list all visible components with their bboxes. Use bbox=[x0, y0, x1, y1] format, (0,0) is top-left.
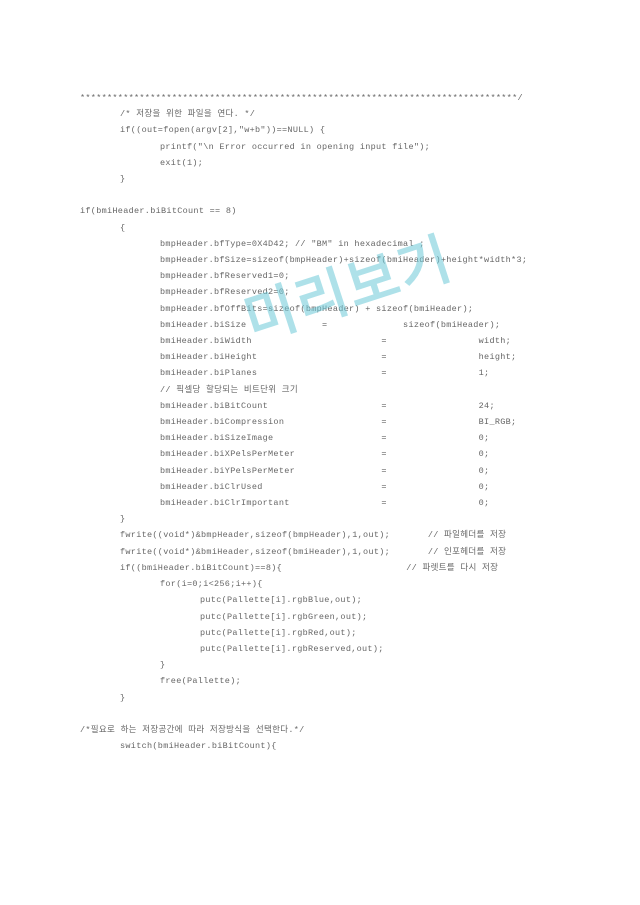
code-line: putc(Pallette[i].rgbReserved,out); bbox=[80, 641, 585, 657]
code-line: bmpHeader.bfSize=sizeof(bmpHeader)+sizeo… bbox=[80, 252, 585, 268]
code-line: bmpHeader.bfReserved2=0; bbox=[80, 284, 585, 300]
code-line: /* 저장을 위한 파일을 연다. */ bbox=[80, 106, 585, 122]
code-line: // 픽셀당 할당되는 비트단위 크기 bbox=[80, 382, 585, 398]
code-line bbox=[80, 706, 585, 722]
code-line: bmiHeader.biXPelsPerMeter = 0; bbox=[80, 446, 585, 462]
document-page: 미리보기 ***********************************… bbox=[0, 0, 640, 905]
code-line: bmpHeader.bfType=0X4D42; // "BM" in hexa… bbox=[80, 236, 585, 252]
code-line: bmiHeader.biSizeImage = 0; bbox=[80, 430, 585, 446]
code-line: bmiHeader.biSize = sizeof(bmiHeader); bbox=[80, 317, 585, 333]
code-line: bmiHeader.biClrUsed = 0; bbox=[80, 479, 585, 495]
code-line: putc(Pallette[i].rgbRed,out); bbox=[80, 625, 585, 641]
code-line: } bbox=[80, 511, 585, 527]
code-line: bmiHeader.biCompression = BI_RGB; bbox=[80, 414, 585, 430]
code-line: ****************************************… bbox=[80, 90, 585, 106]
code-line: switch(bmiHeader.biBitCount){ bbox=[80, 738, 585, 754]
code-line: } bbox=[80, 657, 585, 673]
code-line: putc(Pallette[i].rgbBlue,out); bbox=[80, 592, 585, 608]
code-line: bmiHeader.biWidth = width; bbox=[80, 333, 585, 349]
code-line: for(i=0;i<256;i++){ bbox=[80, 576, 585, 592]
code-line: { bbox=[80, 220, 585, 236]
code-line: printf("\n Error occurred in opening inp… bbox=[80, 139, 585, 155]
code-line: bmiHeader.biYPelsPerMeter = 0; bbox=[80, 463, 585, 479]
code-line: exit(1); bbox=[80, 155, 585, 171]
code-line: /*필요로 하는 저장공간에 따라 저장방식을 선택한다.*/ bbox=[80, 722, 585, 738]
code-line: bmpHeader.bfReserved1=0; bbox=[80, 268, 585, 284]
code-line: } bbox=[80, 171, 585, 187]
code-line: fwrite((void*)&bmiHeader,sizeof(bmiHeade… bbox=[80, 544, 585, 560]
code-line: if(bmiHeader.biBitCount == 8) bbox=[80, 203, 585, 219]
code-line: if((bmiHeader.biBitCount)==8){ // 파렛트를 다… bbox=[80, 560, 585, 576]
code-line: fwrite((void*)&bmpHeader,sizeof(bmpHeade… bbox=[80, 527, 585, 543]
code-line: putc(Pallette[i].rgbGreen,out); bbox=[80, 609, 585, 625]
code-line: } bbox=[80, 690, 585, 706]
code-line: if((out=fopen(argv[2],"w+b"))==NULL) { bbox=[80, 122, 585, 138]
code-line: bmpHeader.bfOffBits=sizeof(bmpHeader) + … bbox=[80, 301, 585, 317]
code-line: bmiHeader.biHeight = height; bbox=[80, 349, 585, 365]
code-line: bmiHeader.biClrImportant = 0; bbox=[80, 495, 585, 511]
code-line bbox=[80, 187, 585, 203]
code-line: bmiHeader.biPlanes = 1; bbox=[80, 365, 585, 381]
code-block: ****************************************… bbox=[80, 90, 585, 754]
code-line: free(Pallette); bbox=[80, 673, 585, 689]
code-line: bmiHeader.biBitCount = 24; bbox=[80, 398, 585, 414]
